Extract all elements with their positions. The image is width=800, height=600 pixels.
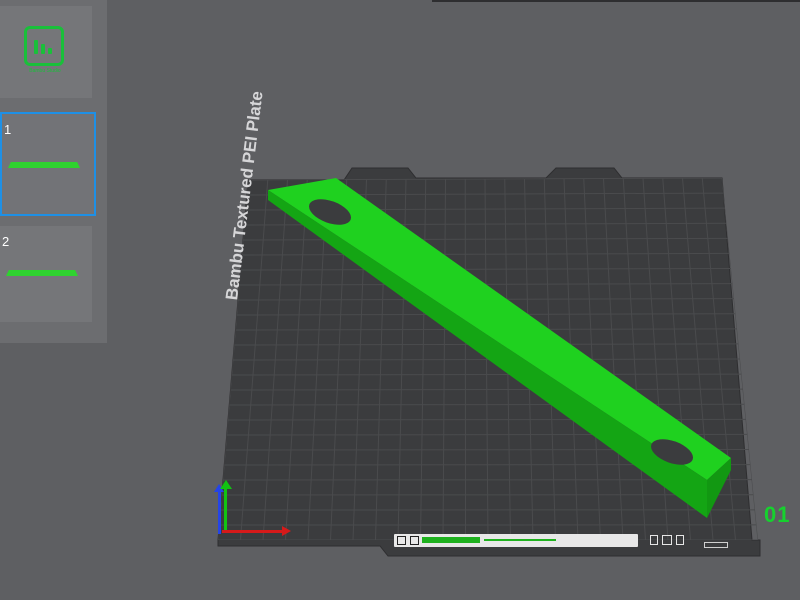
delete-icon[interactable]: [650, 535, 658, 545]
plate-number: 01: [764, 502, 791, 527]
plate-info-strip: [394, 534, 638, 547]
plate-preview: [8, 162, 80, 168]
axis-y-arrow: [220, 480, 232, 489]
square-icon[interactable]: [662, 535, 672, 545]
plate-slot: [704, 542, 728, 548]
axis-x-icon: [222, 530, 284, 533]
plate-preview: [6, 270, 78, 276]
bambu-logo-icon: [24, 26, 64, 66]
axis-x-arrow: [282, 526, 291, 536]
axis-y-icon: [224, 486, 227, 532]
qr-icon: [410, 536, 419, 545]
delete-icon[interactable]: [676, 535, 684, 545]
axis-z-icon: [218, 490, 221, 534]
strip-line: [484, 539, 556, 541]
plate-list-panel: Bambu Studio 1 2: [0, 0, 107, 343]
build-plate: [217, 167, 761, 557]
build-plate-viewport[interactable]: [200, 150, 770, 570]
logo-caption: Bambu Studio: [29, 68, 61, 74]
app-logo-tile: Bambu Studio: [0, 6, 92, 98]
plate-number-label: 2: [2, 234, 10, 249]
plate-thumbnail-2[interactable]: 2: [0, 226, 92, 322]
grid-icon: [397, 536, 406, 545]
plate-number-label: 1: [4, 122, 12, 137]
plate-thumbnail-1[interactable]: 1: [0, 112, 96, 216]
top-divider: [432, 0, 800, 2]
strip-bar: [422, 537, 480, 543]
